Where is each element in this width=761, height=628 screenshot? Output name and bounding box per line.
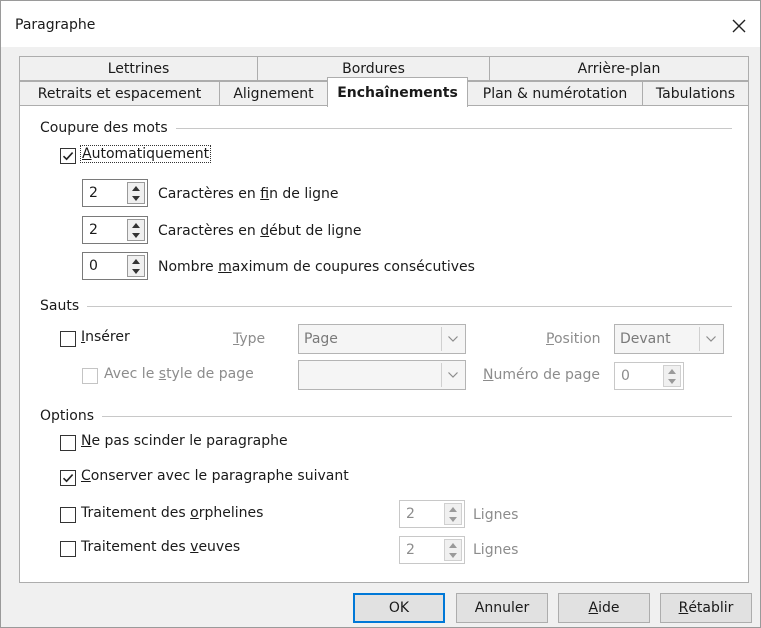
ok-button[interactable]: OK: [353, 593, 445, 623]
tab-label: Arrière-plan: [577, 60, 661, 77]
keep-together-label[interactable]: Ne pas scinder le paragraphe: [81, 433, 288, 449]
checkmark-icon: [62, 474, 74, 483]
tab-label: Alignement: [233, 85, 314, 102]
tab-label: Tabulations: [655, 85, 736, 102]
break-type-select[interactable]: Page: [298, 324, 466, 354]
widow-lines-unit: Lignes: [473, 542, 519, 558]
tab-label: Lettrines: [107, 60, 170, 77]
widow-control-checkbox[interactable]: [60, 541, 76, 557]
tab-label: Retraits et espacement: [37, 85, 202, 102]
stepper-value: 2: [406, 542, 415, 558]
options-legend: Options: [40, 408, 95, 424]
break-type-label: Type: [233, 331, 266, 347]
auto-hyphenation-label[interactable]: Automatiquement: [79, 145, 212, 163]
stepper-value: 2: [89, 222, 98, 238]
section-divider: [102, 415, 732, 417]
page-number-label: Numéro de page: [483, 367, 600, 383]
chevron-down-icon: [441, 363, 463, 387]
tab-enchainements[interactable]: Enchaînements: [327, 77, 468, 107]
spin-arrows-icon[interactable]: [127, 219, 145, 241]
start-of-line-chars-label: Caractères en début de ligne: [158, 223, 362, 239]
end-of-line-chars-label: Caractères en fin de ligne: [158, 186, 339, 202]
title-bar: Paragraphe: [1, 1, 760, 47]
keep-with-next-checkbox[interactable]: [60, 470, 76, 486]
break-position-label: Position: [546, 331, 601, 347]
end-of-line-chars-stepper[interactable]: 2: [82, 179, 148, 207]
breaks-section: Sauts: [40, 298, 732, 314]
spin-arrows-icon[interactable]: [127, 182, 145, 204]
close-button[interactable]: [724, 11, 754, 41]
stepper-value: 0: [621, 368, 630, 384]
reset-button[interactable]: Rétablir: [660, 593, 752, 623]
section-divider: [175, 127, 732, 129]
help-button[interactable]: Aide: [558, 593, 650, 623]
options-section: Options: [40, 408, 732, 424]
spin-arrows-icon[interactable]: [663, 365, 681, 387]
keep-with-next-label[interactable]: Conserver avec le paragraphe suivant: [81, 468, 349, 484]
orphan-control-checkbox[interactable]: [60, 507, 76, 523]
tab-tabulations[interactable]: Tabulations: [642, 81, 749, 106]
hyphenation-section: Coupure des mots: [40, 120, 732, 136]
dialog-window: Paragraphe Lettrines Bordures Arrière-pl…: [0, 0, 761, 628]
break-position-select[interactable]: Devant: [614, 324, 724, 354]
tab-label: Enchaînements: [337, 84, 458, 101]
start-of-line-chars-stepper[interactable]: 2: [82, 216, 148, 244]
orphan-control-label[interactable]: Traitement des orphelines: [81, 505, 263, 521]
page-number-stepper[interactable]: 0: [614, 362, 684, 390]
tab-panel-enchainements: Coupure des mots Automatiquement 2 Carac…: [19, 105, 749, 583]
tab-lettrines[interactable]: Lettrines: [19, 56, 258, 81]
hyphenation-legend: Coupure des mots: [40, 120, 168, 136]
spin-arrows-icon[interactable]: [444, 539, 462, 561]
spin-arrows-icon[interactable]: [444, 503, 462, 525]
stepper-value: 0: [89, 258, 98, 274]
auto-hyphenation-checkbox[interactable]: [60, 148, 76, 164]
section-divider: [87, 305, 732, 307]
insert-break-checkbox[interactable]: [60, 331, 76, 347]
chevron-down-icon: [699, 327, 721, 351]
page-style-select[interactable]: [298, 360, 466, 390]
widow-control-label[interactable]: Traitement des veuves: [81, 539, 240, 555]
select-value: Page: [304, 331, 338, 347]
stepper-value: 2: [406, 506, 415, 522]
cancel-button[interactable]: Annuler: [456, 593, 548, 623]
close-icon: [732, 19, 746, 33]
keep-together-checkbox[interactable]: [60, 435, 76, 451]
max-consecutive-hyphens-stepper[interactable]: 0: [82, 252, 148, 280]
select-value: Devant: [620, 331, 671, 347]
checkmark-icon: [62, 152, 74, 161]
max-consecutive-hyphens-label: Nombre maximum de coupures consécutives: [158, 259, 475, 275]
tab-plan-numerotation[interactable]: Plan & numérotation: [467, 81, 643, 106]
with-page-style-checkbox[interactable]: [82, 368, 98, 384]
breaks-legend: Sauts: [40, 298, 80, 314]
tab-label: Bordures: [342, 60, 405, 77]
orphan-lines-stepper[interactable]: 2: [399, 500, 465, 528]
window-title: Paragraphe: [15, 17, 96, 33]
with-page-style-label: Avec le style de page: [104, 366, 254, 382]
chevron-down-icon: [441, 327, 463, 351]
tab-alignement[interactable]: Alignement: [219, 81, 328, 106]
insert-break-label[interactable]: Insérer: [81, 329, 130, 345]
tab-arriere-plan[interactable]: Arrière-plan: [489, 56, 749, 81]
orphan-lines-unit: Lignes: [473, 507, 519, 523]
spin-arrows-icon[interactable]: [127, 255, 145, 277]
widow-lines-stepper[interactable]: 2: [399, 536, 465, 564]
tab-label: Plan & numérotation: [482, 85, 628, 102]
stepper-value: 2: [89, 185, 98, 201]
tab-retraits-espacement[interactable]: Retraits et espacement: [19, 81, 220, 106]
